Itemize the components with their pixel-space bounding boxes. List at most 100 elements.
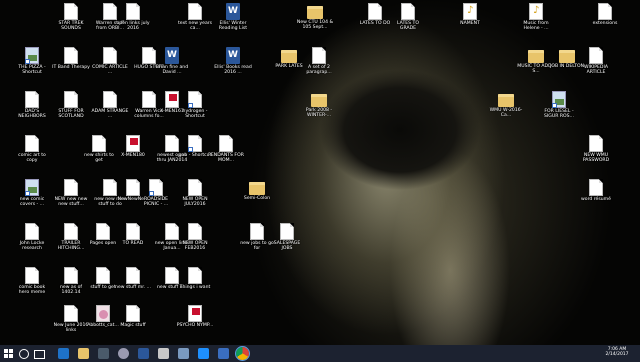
desktop-icon-label: ADAM STRANGE ... <box>91 109 129 120</box>
desktop-icon-open-links[interactable]: open links july 2016 <box>114 3 152 43</box>
start-button[interactable] <box>3 348 14 359</box>
desktop-icon-wikipedia-article[interactable]: WIKIPEDIA ARTICLE <box>577 47 615 87</box>
desktop-icon-nament[interactable]: NAMENT <box>451 3 489 43</box>
tray-icons[interactable] <box>548 348 578 359</box>
desktop-icon-label: new comic covers - ... <box>19 197 45 208</box>
desktop-icon-comic-article[interactable]: COMIC ARTICLE ... <box>91 47 129 87</box>
desktop-icon-comic-book-hero[interactable]: comic book hero meme <box>13 267 51 307</box>
desktop-icon-pizza-shortcut[interactable]: THE PIZZA - Shortcut <box>13 47 51 87</box>
desktop-icon-ellis-books[interactable]: Ellis' Books read 2016 ... <box>214 47 252 87</box>
desktop-icon-label: comic book hero meme <box>18 285 46 296</box>
desktop-icon-label: new stuff mr. ... <box>115 285 151 290</box>
desktop-icon-extensions[interactable]: extensions <box>586 3 624 43</box>
document-icon <box>368 3 382 20</box>
document-icon <box>64 305 78 322</box>
wallpaper-photo-figure <box>320 70 480 190</box>
desktop-icon-label: LATES TO GRADE <box>397 21 419 32</box>
shortcut-image-icon <box>25 47 39 64</box>
desktop-icon-new-open-july[interactable]: NEW OPEN JULY2016 <box>176 179 214 219</box>
desktop-icon-new-comic-covers[interactable]: new comic covers - ... <box>13 179 51 219</box>
desktop-icon-label: NEW OPEN FEB2016 <box>182 241 208 252</box>
desktop-icon-wmu-winter[interactable]: WMU W-2016-Ca... <box>487 91 525 131</box>
folder-icon <box>281 50 297 63</box>
shortcut-document-icon <box>188 91 202 108</box>
task-view-icon[interactable] <box>34 350 45 359</box>
store-icon[interactable] <box>98 348 109 359</box>
document-icon <box>25 135 39 152</box>
desktop-icon-stuff-scotland[interactable]: STUFF FOR SCOTLAND <box>52 91 90 131</box>
media-player-icon[interactable] <box>118 348 129 359</box>
search-icon[interactable] <box>19 349 29 359</box>
shortcut-image-icon <box>552 91 566 108</box>
desktop-icon-star-trek-sounds[interactable]: STAR TREK SOUNDS <box>52 3 90 43</box>
taskbar-clock[interactable]: 7:06 AM 2/14/2017 <box>597 347 637 357</box>
document-icon <box>92 135 106 152</box>
desktop-icon-to-read[interactable]: TO READ <box>114 223 152 263</box>
desktop-icon-label: STAR TREK SOUNDS <box>58 21 84 32</box>
desktop-icon-magic-stuff[interactable]: Magic stuff <box>114 305 152 345</box>
document-icon <box>126 305 140 322</box>
desktop-icon-text-new-years[interactable]: text new years ca... <box>176 3 214 43</box>
desktop-icon-dads-neighbors[interactable]: DAD'S NEIGHBORS <box>13 91 51 131</box>
desktop-icon-hydrogen[interactable]: hydrogen - Shortcut <box>176 91 214 131</box>
desktop-icon-word-resume[interactable]: word résumé <box>577 179 615 219</box>
clock-date: 2/14/2017 <box>605 352 629 357</box>
desktop-icon-adam-strange[interactable]: ADAM STRANGE ... <box>91 91 129 131</box>
desktop-icon-label: PSYCHO NYMP... <box>176 323 214 328</box>
document-icon <box>25 223 39 240</box>
desktop-icon-brian-fine[interactable]: Brian fine and David ... <box>153 47 191 87</box>
desktop-icon-park-2008[interactable]: Park 2008 - WINTER-... <box>300 91 338 131</box>
document-icon <box>280 223 294 240</box>
desktop-icon-label: Ellis' Books read 2016 ... <box>214 65 252 76</box>
desktop-icon-it-band[interactable]: IT Band Therapy <box>52 47 90 87</box>
desktop-icon-roadside-picnic[interactable]: ROADSIDE PICNIC - ... <box>137 179 175 219</box>
desktop-icon-label: Magic stuff <box>120 323 146 328</box>
mail-icon[interactable] <box>218 348 229 359</box>
desktop-icon-label: NEW OPEN JULY2016 <box>182 197 208 208</box>
desktop-icon-for-liesel[interactable]: FOR LIESEL - SIGUR ROS... <box>540 91 578 131</box>
document-icon <box>598 3 612 20</box>
file-explorer-icon[interactable] <box>78 348 89 359</box>
shortcut-image-icon <box>25 179 39 196</box>
desktop-icon-salespage-jobs[interactable]: SALESPAGE JOBS <box>268 223 306 263</box>
desktop-icon-comic-art-copy[interactable]: comic art to copy <box>13 135 51 175</box>
document-icon <box>188 179 202 196</box>
desktop-icon-x-men-180[interactable]: X-MEN180 <box>114 135 152 175</box>
settings-icon[interactable] <box>198 348 209 359</box>
desktop-icon-a-set-of[interactable]: A set of 2 paragrap... <box>300 47 338 87</box>
document-icon <box>64 91 78 108</box>
desktop-icon-semi-colon[interactable]: Semi-Colon <box>238 179 276 219</box>
desktop-icon-psycho-nymp[interactable]: PSYCHO NYMP... <box>176 305 214 345</box>
photos-icon[interactable] <box>178 348 189 359</box>
desktop-icon-john-locke[interactable]: John Locke research <box>13 223 51 263</box>
desktop-icon-label: TO READ <box>122 241 144 246</box>
desktop-icon-label: Park 2008 - WINTER-... <box>305 108 333 119</box>
desktop-icon-new-open-feb[interactable]: NEW OPEN FEB2016 <box>176 223 214 263</box>
desktop-icon-things-i-want[interactable]: Things i want <box>176 267 214 307</box>
desktop-icon-lates-to-grade[interactable]: LATES TO GRADE <box>389 3 427 43</box>
notepad-icon[interactable] <box>158 348 169 359</box>
desktop-icon-label: IT Band Therapy <box>52 65 90 70</box>
desktop-icon-label: NAMENT <box>460 21 480 26</box>
chrome-icon[interactable] <box>235 346 250 361</box>
desktop-icon-new-stuff-mr[interactable]: new stuff mr. ... <box>114 267 152 307</box>
desktop-icon-new-wmu-password[interactable]: NEW WMU PASSWORD <box>577 135 615 175</box>
desktop-icon-new-ctu[interactable]: New CTU 104 & 105 Sept... <box>296 3 334 43</box>
edge-browser-icon[interactable] <box>58 348 69 359</box>
desktop-icon-new-new-stuff[interactable]: NEW new new new stuff... <box>52 179 90 219</box>
music-file-icon <box>463 3 477 20</box>
word-document-icon <box>165 47 179 64</box>
word-app-icon[interactable] <box>138 348 149 359</box>
desktop-icon-music-helene[interactable]: Music from Helene - ... <box>517 3 555 43</box>
desktop-icon-ellis-winter[interactable]: Ellis' Winter Reading List <box>214 3 252 43</box>
document-icon <box>126 267 140 284</box>
desktop-icon-pendants[interactable]: PENDANTS FOR MOM... <box>207 135 245 175</box>
document-icon <box>126 223 140 240</box>
word-document-icon <box>226 47 240 64</box>
desktop-icon-label: hydrogen - Shortcut <box>182 109 208 120</box>
document-icon <box>589 47 603 64</box>
desktop-icon-label: extensions <box>592 21 618 26</box>
desktop-icon-new-shirts[interactable]: new shirts to get <box>80 135 118 175</box>
document-icon <box>103 47 117 64</box>
document-icon <box>96 223 110 240</box>
